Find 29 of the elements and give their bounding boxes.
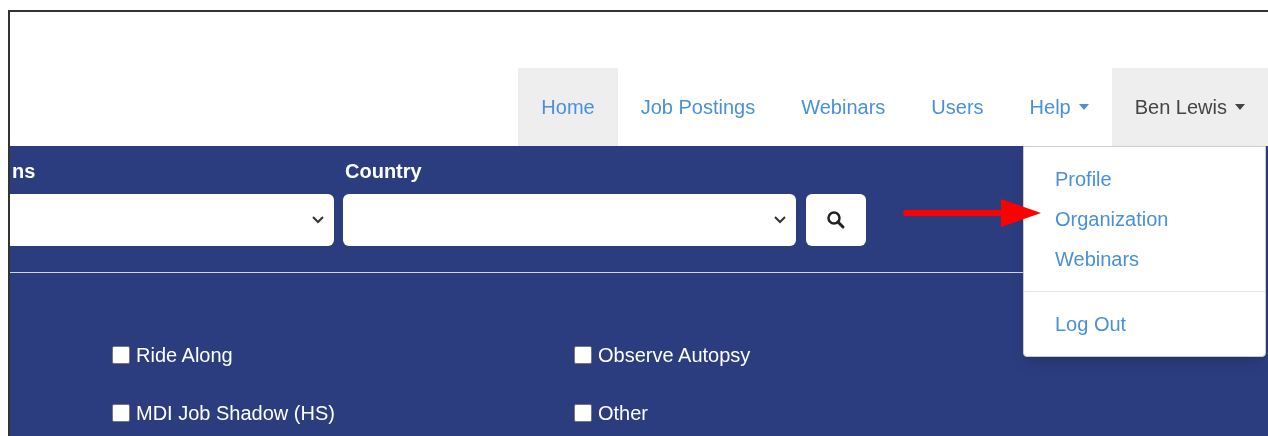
nav-link[interactable]: Ben Lewis xyxy=(1111,68,1268,146)
checkbox[interactable] xyxy=(112,346,130,364)
select-field[interactable] xyxy=(10,194,334,246)
checkbox[interactable] xyxy=(574,346,592,364)
nav-link[interactable]: Home xyxy=(518,68,618,146)
chevron-icon xyxy=(774,216,786,224)
caret-icon xyxy=(1078,104,1089,110)
filter-label: ns xyxy=(11,159,36,183)
checkbox[interactable] xyxy=(574,404,592,422)
arrow-icon xyxy=(903,196,1043,230)
menu-item[interactable]: Webinars xyxy=(1024,239,1265,279)
checkbox-label: Observe Autopsy xyxy=(598,343,751,367)
menu-item[interactable]: Log Out xyxy=(1024,304,1265,344)
checkbox[interactable] xyxy=(112,404,130,422)
menu-item[interactable]: Profile xyxy=(1024,159,1265,199)
caret-icon xyxy=(1235,104,1245,110)
filter-label: Country xyxy=(344,159,423,183)
chevron-icon xyxy=(312,216,324,224)
nav-link[interactable]: Help xyxy=(1006,68,1112,146)
checkbox-label: Other xyxy=(598,401,649,425)
search-icon xyxy=(826,210,846,230)
search-button[interactable] xyxy=(806,194,866,246)
select-field[interactable] xyxy=(343,194,796,246)
nav-link[interactable]: Users xyxy=(908,68,1007,146)
menu-item[interactable]: Organization xyxy=(1024,199,1265,239)
checkbox-label: MDI Job Shadow (HS) xyxy=(136,401,335,425)
nav-link[interactable]: Webinars xyxy=(778,68,909,146)
checkbox-label: Ride Along xyxy=(136,343,233,367)
nav-link[interactable]: Job Postings xyxy=(617,68,779,146)
